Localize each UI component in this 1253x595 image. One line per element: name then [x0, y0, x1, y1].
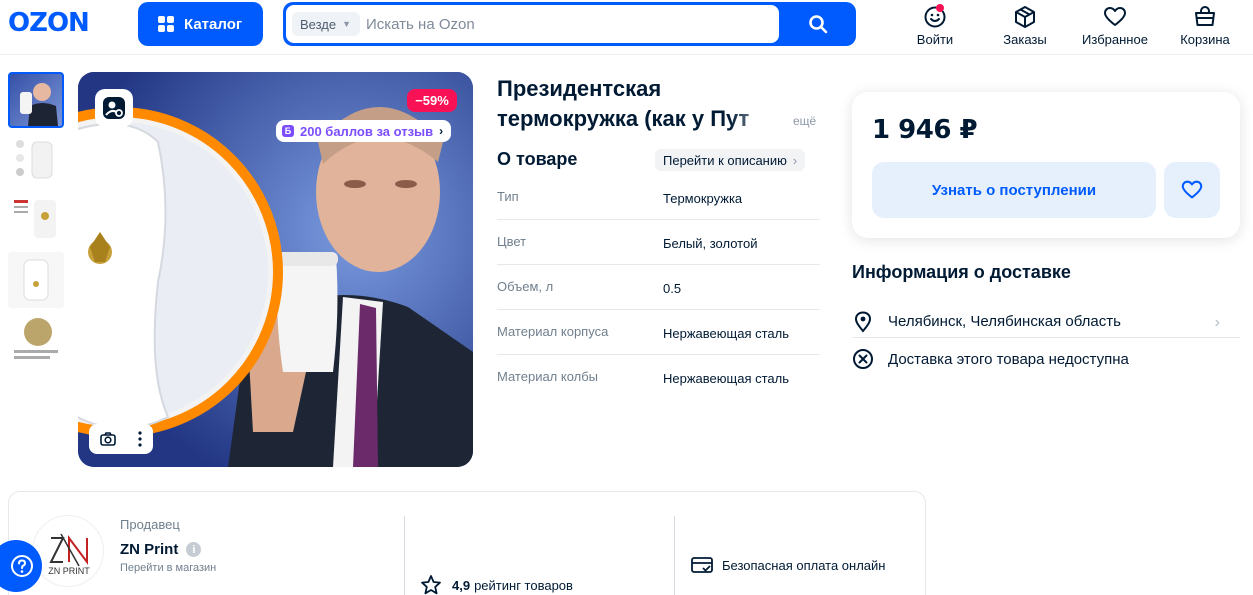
spec-list: Тип Термокружка Цвет Белый, золотой Объем,… — [497, 175, 820, 400]
star-icon — [421, 575, 441, 595]
card-check-icon — [691, 557, 713, 573]
grid-icon — [158, 16, 174, 32]
delivery-city: Челябинск, Челябинская область — [888, 313, 1121, 330]
thumbnail-list — [8, 72, 64, 372]
price-card: 1 946 ₽ Узнать о поступлении — [852, 92, 1240, 238]
orders-label: Заказы — [1003, 32, 1047, 47]
header-divider — [0, 54, 1253, 55]
seller-divider — [674, 516, 675, 595]
user-search-icon — [103, 97, 125, 119]
title-more-link[interactable]: ещё — [793, 114, 816, 128]
product-title-line1: Президентская — [497, 76, 662, 101]
favorites-label: Избранное — [1082, 32, 1148, 47]
thumbnail-3[interactable] — [8, 192, 64, 248]
seller-name-text: ZN Print — [120, 541, 179, 558]
points-icon: Б — [282, 125, 294, 137]
rating-label: рейтинг товаров — [474, 577, 573, 593]
add-to-favorites-button[interactable] — [1164, 162, 1220, 218]
catalog-button[interactable]: Каталог — [138, 2, 263, 46]
about-heading: О товаре — [497, 149, 578, 169]
notify-when-available-button[interactable]: Узнать о поступлении — [872, 162, 1156, 218]
notification-dot — [936, 4, 944, 12]
delivery-heading: Информация о доставке — [852, 262, 1071, 282]
video-review-button[interactable] — [95, 89, 133, 127]
delivery-status-row: Доставка этого товара недоступна — [852, 346, 1240, 372]
spec-key: Тип — [497, 189, 519, 204]
points-label: 200 баллов за отзыв — [300, 123, 434, 139]
smile-icon — [924, 6, 946, 28]
chevron-right-icon: › — [792, 152, 798, 168]
login-label: Войти — [916, 32, 954, 47]
cart-label: Корзина — [1180, 32, 1230, 47]
orders-button[interactable]: Заказы — [980, 4, 1070, 47]
product-title: Президентская термокружка (как у Пут — [497, 74, 787, 134]
search-input[interactable] — [366, 5, 766, 43]
cart-button[interactable]: Корзина — [1160, 4, 1250, 47]
spec-key: Цвет — [497, 234, 527, 249]
heart-icon — [1104, 7, 1126, 26]
info-icon[interactable]: i — [186, 542, 202, 557]
delivery-city-row[interactable]: Челябинск, Челябинская область › — [852, 306, 1240, 338]
review-points-badge[interactable]: Б 200 баллов за отзыв › — [276, 120, 452, 142]
cart-icon — [1195, 5, 1215, 26]
spec-value: Нержавеющая сталь — [663, 371, 789, 386]
seller-divider — [404, 516, 405, 595]
search-scope-select[interactable]: Везде ▼ — [292, 12, 360, 36]
go-to-description-label: Перейти к описанию — [663, 152, 787, 168]
more-vertical-icon[interactable] — [137, 430, 143, 448]
caret-down-icon: ▼ — [342, 19, 352, 29]
header: OZON Каталог Везде ▼ Войти Заказы Избран… — [0, 0, 1253, 48]
location-pin-icon — [854, 310, 872, 333]
safe-payment-label: Безопасная оплата онлайн — [722, 557, 886, 573]
thumbnail-5[interactable] — [8, 312, 64, 368]
thumbnail-4[interactable] — [8, 252, 64, 308]
spec-value: Нержавеющая сталь — [663, 326, 789, 341]
discount-badge: −59% — [407, 89, 457, 112]
spec-row: Цвет Белый, золотой — [497, 220, 820, 265]
cross-circle-icon — [853, 349, 873, 369]
spec-row: Материал корпуса Нержавеющая сталь — [497, 310, 820, 355]
thumbnail-2[interactable] — [8, 132, 64, 188]
spec-key: Материал корпуса — [497, 324, 609, 339]
spec-value: 0.5 — [663, 281, 682, 296]
login-button[interactable]: Войти — [890, 4, 980, 47]
spec-value: Термокружка — [663, 191, 743, 206]
seller-logo[interactable]: ZN PRINT — [32, 515, 104, 587]
image-tools — [89, 424, 153, 454]
spec-key: Объем, л — [497, 279, 554, 294]
search-icon — [809, 15, 828, 34]
product-title-line2: термокружка (как у Пут — [497, 106, 750, 131]
seller-label: Продавец — [120, 517, 180, 532]
seller-name[interactable]: ZN Print i — [120, 541, 202, 558]
chevron-right-icon: › — [439, 124, 444, 138]
box-icon — [1015, 6, 1035, 28]
camera-search-icon[interactable] — [99, 430, 117, 448]
go-to-description-button[interactable]: Перейти к описанию › — [655, 149, 806, 171]
catalog-label: Каталог — [184, 15, 243, 33]
search-scope-label: Везде — [300, 16, 337, 32]
question-icon — [11, 555, 33, 577]
delivery-unavailable: Доставка этого товара недоступна — [888, 350, 1129, 368]
rating-value: 4,9 — [452, 577, 471, 593]
spec-row: Материал колбы Нержавеющая сталь — [497, 355, 820, 400]
safe-payment: Безопасная оплата онлайн — [690, 555, 885, 575]
search-bar: Везде ▼ — [283, 2, 856, 46]
seller-rating: 4,9 рейтинг товаров — [420, 574, 573, 595]
thumbnail-1[interactable] — [8, 72, 64, 128]
seller-logo-text: ZN PRINT — [48, 566, 90, 576]
ozon-logo[interactable]: OZON — [8, 10, 90, 36]
go-to-shop-link[interactable]: Перейти в магазин — [120, 562, 216, 574]
spec-key: Материал колбы — [497, 369, 599, 384]
spec-row: Объем, л 0.5 — [497, 265, 820, 310]
price: 1 946 ₽ — [872, 115, 978, 145]
heart-icon — [1181, 180, 1203, 199]
chevron-right-icon: › — [1214, 314, 1220, 331]
spec-value: Белый, золотой — [663, 236, 758, 251]
favorites-button[interactable]: Избранное — [1070, 4, 1160, 47]
search-button[interactable] — [783, 2, 853, 46]
spec-row: Тип Термокружка — [497, 175, 820, 220]
search-box: Везде ▼ — [286, 5, 779, 43]
header-nav: Войти Заказы Избранное Корзина — [890, 4, 1250, 47]
